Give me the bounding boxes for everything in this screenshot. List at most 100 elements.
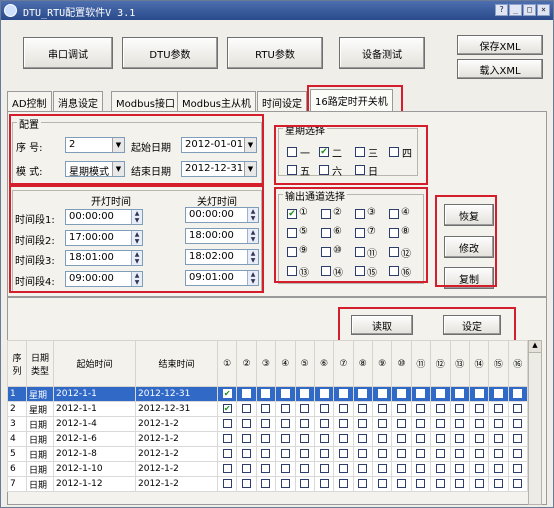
on-time-input[interactable]: 17:00:00 ▲ ▼ <box>65 230 143 246</box>
weekday-checkbox[interactable] <box>287 165 297 175</box>
channel-checkbox[interactable] <box>280 419 290 428</box>
channel-checkbox[interactable]: ✔ <box>287 209 297 219</box>
tab-16ch-timer[interactable]: 16路定时开关机 <box>310 89 393 112</box>
channel-checkbox[interactable] <box>319 479 329 488</box>
load-xml-button[interactable]: 载入XML <box>457 59 543 79</box>
spinner-icon[interactable]: ▲ ▼ <box>131 210 142 224</box>
on-time-input[interactable]: 18:01:00 ▲ ▼ <box>65 250 143 266</box>
channel-checkbox[interactable] <box>319 389 329 398</box>
header-channel[interactable]: ⑯ <box>507 340 529 387</box>
off-time-input[interactable]: 18:00:00 ▲ ▼ <box>185 228 259 244</box>
weekday-checkbox[interactable] <box>287 147 297 157</box>
tab-ad-control[interactable]: AD控制 <box>7 91 52 111</box>
channel-checkbox[interactable] <box>300 434 310 443</box>
channel-checkbox[interactable] <box>389 209 399 219</box>
channel-checkbox[interactable] <box>280 464 290 473</box>
channel-checkbox[interactable] <box>435 434 445 443</box>
channel-checkbox[interactable] <box>261 434 271 443</box>
channel-checkbox[interactable] <box>358 434 368 443</box>
channel-checkbox[interactable] <box>338 434 348 443</box>
channel-checkbox[interactable] <box>455 434 465 443</box>
spinner-icon[interactable]: ▲ ▼ <box>131 251 142 265</box>
channel-checkbox[interactable] <box>416 419 426 428</box>
channel-checkbox[interactable] <box>435 389 445 398</box>
header-channel[interactable]: ⑮ <box>488 340 509 387</box>
close-icon[interactable]: × <box>537 4 550 16</box>
channel-checkbox[interactable] <box>455 404 465 413</box>
header-channel[interactable]: ⑥ <box>313 340 335 387</box>
chevron-down-icon[interactable]: ▼ <box>244 162 256 176</box>
channel-checkbox[interactable] <box>493 434 503 443</box>
channel-checkbox[interactable] <box>493 404 503 413</box>
channel-checkbox[interactable] <box>416 479 426 488</box>
channel-checkbox[interactable] <box>242 404 252 413</box>
channel-checkbox[interactable] <box>355 266 365 276</box>
channel-checkbox[interactable] <box>513 419 523 428</box>
channel-checkbox[interactable] <box>355 228 365 238</box>
channel-checkbox[interactable] <box>513 404 523 413</box>
channel-checkbox[interactable] <box>287 266 297 276</box>
channel-checkbox[interactable] <box>455 479 465 488</box>
channel-checkbox[interactable] <box>358 479 368 488</box>
channel-checkbox[interactable] <box>397 404 407 413</box>
read-button[interactable]: 读取 <box>351 315 413 335</box>
tab-time-settings[interactable]: 时间设定 <box>257 91 307 111</box>
channel-checkbox[interactable] <box>261 419 271 428</box>
channel-checkbox[interactable] <box>319 434 329 443</box>
header-channel[interactable]: ⑪ <box>410 340 432 387</box>
channel-checkbox[interactable] <box>416 389 426 398</box>
channel-checkbox[interactable] <box>397 464 407 473</box>
channel-checkbox[interactable] <box>261 404 271 413</box>
table-row[interactable]: 1 星期 2012-1-1 2012-12-31 ✔ <box>7 386 529 402</box>
header-seq[interactable]: 序列 <box>7 340 27 387</box>
set-button[interactable]: 设定 <box>443 315 501 335</box>
spinner-icon[interactable]: ▲ ▼ <box>247 271 258 285</box>
channel-checkbox[interactable] <box>242 449 252 458</box>
channel-checkbox[interactable] <box>435 419 445 428</box>
channel-checkbox[interactable] <box>474 464 484 473</box>
channel-checkbox[interactable] <box>287 228 297 238</box>
channel-checkbox[interactable] <box>261 479 271 488</box>
on-time-input[interactable]: 09:00:00 ▲ ▼ <box>65 271 143 287</box>
channel-checkbox[interactable] <box>435 464 445 473</box>
channel-checkbox[interactable] <box>300 449 310 458</box>
channel-checkbox[interactable] <box>358 419 368 428</box>
channel-checkbox[interactable] <box>493 449 503 458</box>
channel-checkbox[interactable] <box>300 404 310 413</box>
channel-checkbox[interactable] <box>493 419 503 428</box>
channel-checkbox[interactable] <box>377 389 387 398</box>
channel-checkbox[interactable] <box>222 449 232 458</box>
weekday-checkbox[interactable] <box>355 165 365 175</box>
vertical-scrollbar[interactable]: ▲ <box>528 340 542 505</box>
channel-checkbox[interactable] <box>397 449 407 458</box>
channel-checkbox[interactable]: ✔ <box>222 404 232 413</box>
channel-checkbox[interactable] <box>280 449 290 458</box>
channel-checkbox[interactable] <box>358 404 368 413</box>
weekday-checkbox[interactable]: ✔ <box>319 147 329 157</box>
channel-checkbox[interactable] <box>242 389 252 398</box>
channel-checkbox[interactable] <box>416 449 426 458</box>
spinner-icon[interactable]: ▲ ▼ <box>247 208 258 222</box>
modify-button[interactable]: 修改 <box>444 236 494 258</box>
off-time-input[interactable]: 09:01:00 ▲ ▼ <box>185 270 259 286</box>
channel-checkbox[interactable] <box>397 419 407 428</box>
channel-checkbox[interactable] <box>222 479 232 488</box>
off-time-input[interactable]: 18:02:00 ▲ ▼ <box>185 249 259 265</box>
channel-checkbox[interactable] <box>355 209 365 219</box>
table-row[interactable]: 3 日期 2012-1-4 2012-1-2 <box>7 416 529 432</box>
channel-checkbox[interactable] <box>474 419 484 428</box>
channel-checkbox[interactable] <box>280 389 290 398</box>
channel-checkbox[interactable] <box>300 479 310 488</box>
channel-checkbox[interactable] <box>222 419 232 428</box>
channel-checkbox[interactable] <box>355 247 365 257</box>
header-channel[interactable]: ⑧ <box>352 340 374 387</box>
channel-checkbox[interactable] <box>338 464 348 473</box>
dtu-params-button[interactable]: DTU参数 <box>122 37 218 69</box>
channel-checkbox[interactable] <box>474 389 484 398</box>
channel-checkbox[interactable] <box>261 389 271 398</box>
channel-checkbox[interactable] <box>513 449 523 458</box>
header-channel[interactable]: ⑬ <box>449 340 470 387</box>
channel-checkbox[interactable] <box>493 389 503 398</box>
table-row[interactable]: 4 日期 2012-1-6 2012-1-2 <box>7 431 529 447</box>
header-date-type[interactable]: 日期类型 <box>26 340 54 387</box>
